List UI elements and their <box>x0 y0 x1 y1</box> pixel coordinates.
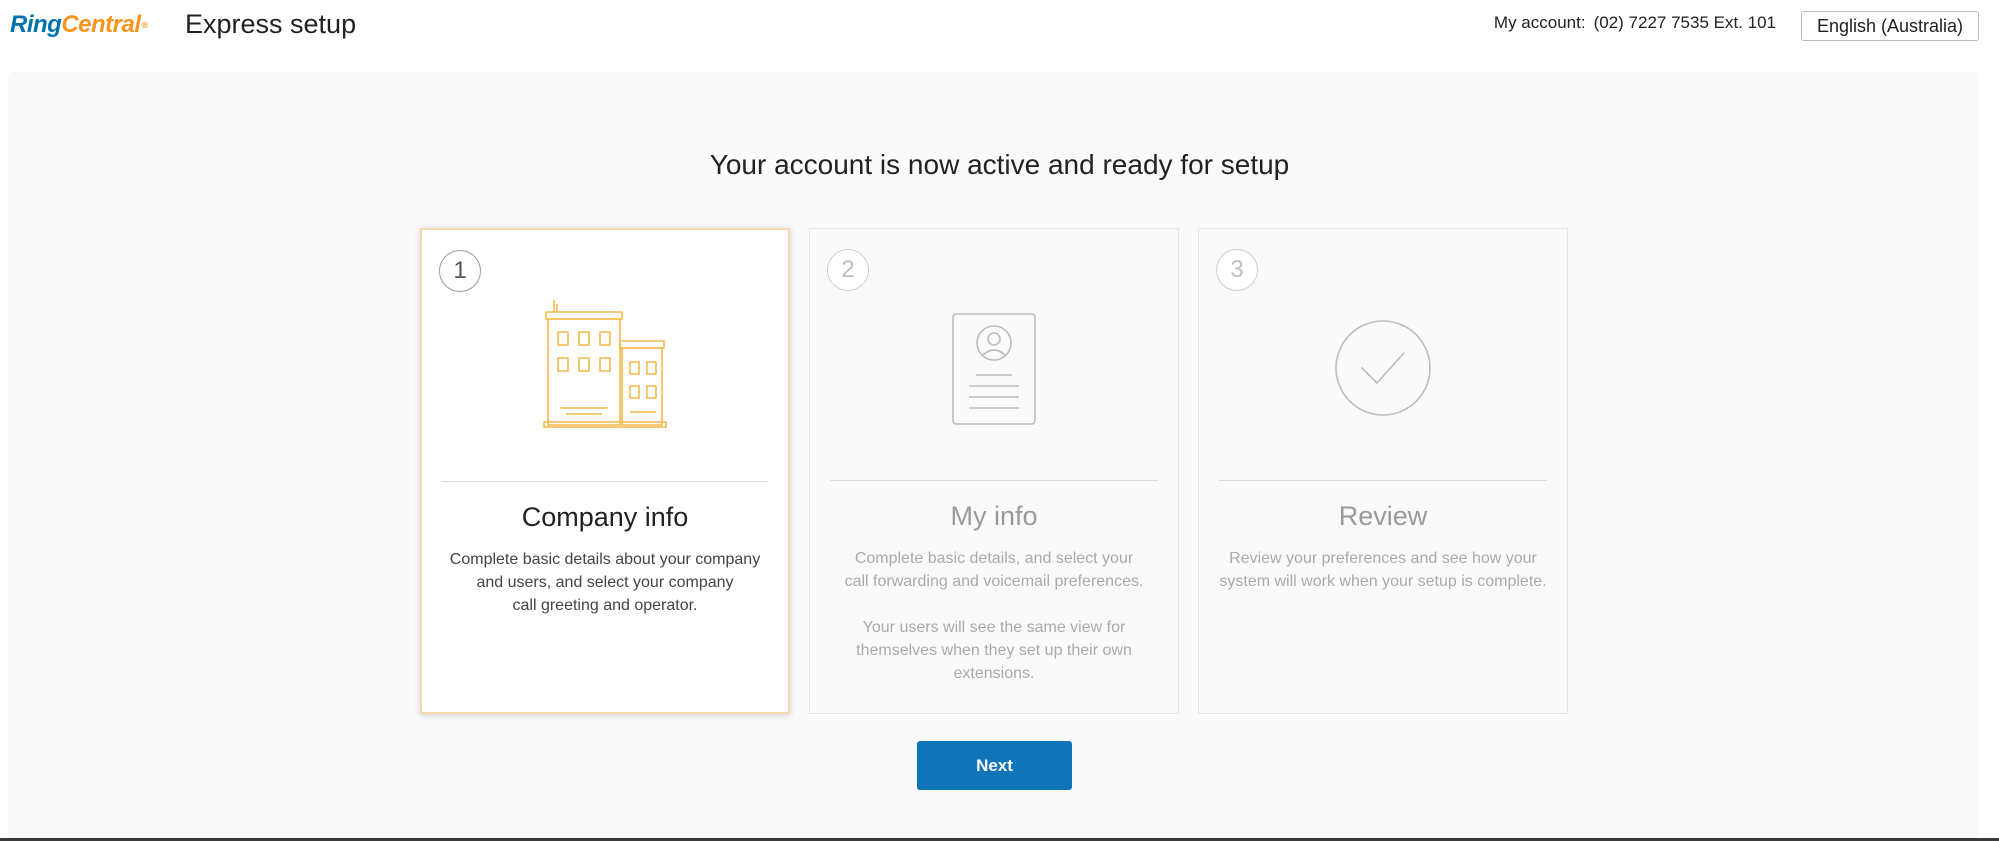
checkmark-circle-icon <box>1199 299 1567 429</box>
card-divider <box>1219 480 1547 481</box>
step-number-badge: 1 <box>439 250 481 292</box>
ringcentral-logo[interactable]: RingCentral® <box>10 10 148 40</box>
step-number-badge: 3 <box>1216 249 1258 291</box>
logo-ring-text: Ring <box>10 11 62 38</box>
step-description: Review your preferences and see how your… <box>1219 550 1547 590</box>
card-divider <box>830 480 1158 481</box>
app-title: Express setup <box>185 9 357 39</box>
language-select-button[interactable]: English (Australia) <box>1801 11 1979 41</box>
step-card-review[interactable]: 3 Review Review your preferences and see… <box>1198 228 1568 714</box>
page-headline: Your account is now active and ready for… <box>709 149 1290 180</box>
profile-card-icon <box>810 299 1178 429</box>
step-title: My info <box>950 501 1038 531</box>
step-number-badge: 2 <box>827 249 869 291</box>
account-label: My account: <box>1493 13 1586 32</box>
account-number: (02) 7227 7535 Ext. 101 <box>1593 13 1776 32</box>
logo-central-text: Central <box>61 11 141 38</box>
step-title: Company info <box>521 502 689 532</box>
step-card-company-info[interactable]: 1 Company info Complete basic details ab… <box>420 228 790 714</box>
next-button[interactable]: Next <box>917 741 1072 790</box>
top-header: RingCentral® Express setup My account: (0… <box>0 0 1999 70</box>
card-divider <box>442 481 768 482</box>
building-icon <box>422 300 788 430</box>
account-info: My account: (02) 7227 7535 Ext. 101 <box>1494 12 1776 34</box>
step-card-my-info[interactable]: 2 My info Complete basic details, and se… <box>809 228 1179 714</box>
step-description: Complete basic details, and select your … <box>844 550 1144 682</box>
logo-registered-mark: ® <box>141 20 149 30</box>
step-title: Review <box>1338 501 1428 531</box>
step-description: Complete basic details about your compan… <box>449 551 761 614</box>
